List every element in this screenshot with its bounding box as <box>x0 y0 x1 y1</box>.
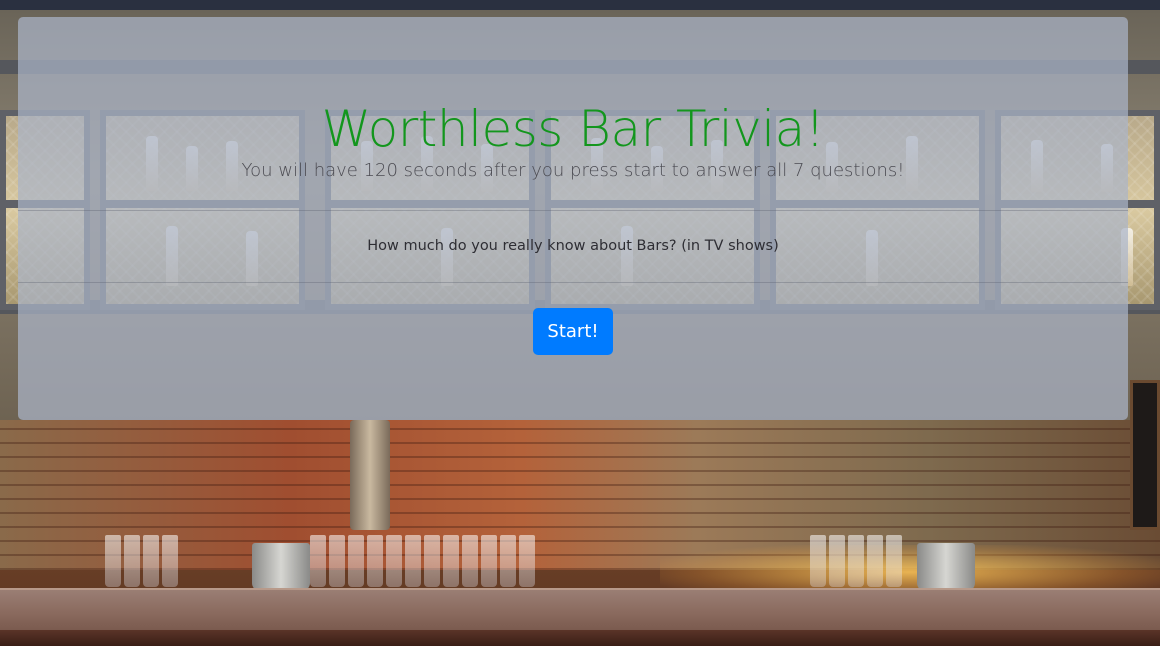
glassware-row <box>310 535 535 590</box>
timer-instructions: You will have 120 seconds after you pres… <box>241 160 905 181</box>
bar-light-glow <box>660 545 1160 590</box>
page-title: Worthless Bar Trivia! <box>321 100 825 158</box>
start-button[interactable]: Start! <box>533 308 613 355</box>
chalkboard-menu <box>1130 380 1160 530</box>
ceiling-strip <box>0 0 1160 10</box>
bar-background-image: Worthless Bar Trivia! You will have 120 … <box>0 0 1160 646</box>
ice-bucket <box>917 543 975 591</box>
quiz-tagline: How much do you really know about Bars? … <box>367 238 779 254</box>
glassware-row <box>810 535 902 590</box>
bar-counter-edge <box>0 630 1160 646</box>
divider <box>18 210 1128 211</box>
divider <box>18 282 1128 283</box>
intro-panel: Worthless Bar Trivia! You will have 120 … <box>18 17 1128 420</box>
glassware-row <box>105 535 178 590</box>
beer-tap <box>350 420 390 530</box>
ice-bucket <box>252 543 310 591</box>
